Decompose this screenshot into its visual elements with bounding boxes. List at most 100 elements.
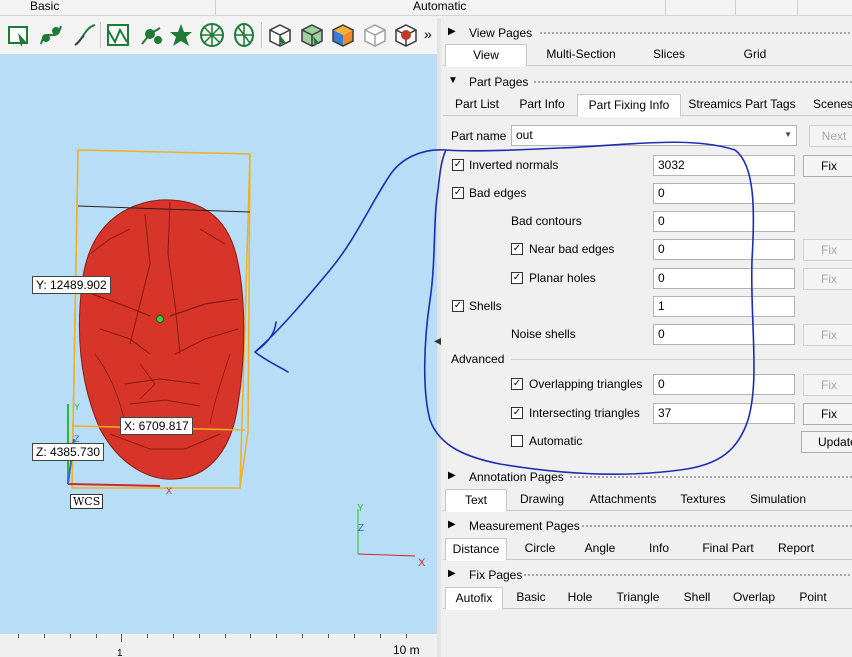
triad-z-label: Z: [358, 523, 365, 534]
tab-attachments[interactable]: Attachments: [585, 489, 661, 511]
cube-icon[interactable]: [267, 22, 293, 48]
near-bad-edges-label: Near bad edges: [529, 242, 615, 256]
inverted-normals-checkbox[interactable]: ✓: [452, 159, 464, 171]
intersecting-triangles-checkbox[interactable]: ✓: [511, 407, 523, 419]
tab-basic[interactable]: Basic: [511, 587, 551, 609]
fix-near-bad-edges-button[interactable]: Fix: [803, 239, 852, 261]
spoke-icon[interactable]: [231, 22, 257, 48]
mode-separator: [665, 0, 666, 15]
y-coordinate-label: Y: 12489.902: [32, 276, 111, 294]
tab-grid[interactable]: Grid: [733, 44, 777, 66]
annotation-pages-tabs: Text Drawing Attachments Textures Simula…: [443, 489, 852, 512]
tab-slices[interactable]: Slices: [639, 44, 699, 66]
toolbar-overflow-button[interactable]: »: [424, 26, 432, 42]
inverted-normals-label: Inverted normals: [469, 158, 559, 172]
tab-multi-section[interactable]: Multi-Section: [533, 44, 629, 66]
3d-viewport[interactable]: Y: 12489.902 X: 6709.817 Z: 4385.730 WCS…: [0, 54, 437, 634]
select-icon[interactable]: [6, 22, 32, 48]
near-bad-edges-checkbox[interactable]: ✓: [511, 243, 523, 255]
planar-holes-label: Planar holes: [529, 271, 596, 285]
node-edit-icon[interactable]: [138, 22, 164, 48]
part-name-select[interactable]: out ▼: [511, 125, 797, 146]
automatic-checkbox[interactable]: [511, 435, 523, 447]
tab-distance[interactable]: Distance: [445, 538, 507, 561]
bad-contours-field[interactable]: 0: [653, 211, 795, 232]
tab-final-part[interactable]: Final Part: [695, 538, 761, 560]
overlapping-triangles-checkbox[interactable]: ✓: [511, 378, 523, 390]
tab-view[interactable]: View: [445, 44, 527, 67]
mode-separator: [215, 0, 216, 15]
tab-streamics-part-tags[interactable]: Streamics Part Tags: [687, 94, 797, 116]
expand-arrow-icon[interactable]: ▶: [448, 26, 456, 37]
tab-text[interactable]: Text: [445, 489, 507, 512]
wcs-label: WCS: [70, 494, 104, 509]
view-pages-header[interactable]: ▶ View Pages: [441, 24, 852, 42]
overlapping-triangles-field[interactable]: 0: [653, 374, 795, 395]
expand-arrow-icon[interactable]: ▶: [448, 519, 456, 530]
view-pages-tabs: View Multi-Section Slices Grid: [443, 44, 852, 67]
near-bad-edges-field[interactable]: 0: [653, 239, 795, 260]
expand-arrow-icon[interactable]: ▶: [448, 470, 456, 481]
fix-pages-tabs: Autofix Basic Hole Triangle Shell Overla…: [443, 587, 852, 610]
annotation-pages-title: Annotation Pages: [469, 470, 564, 484]
update-button[interactable]: Update: [801, 431, 852, 453]
intersecting-triangles-field[interactable]: 37: [653, 403, 795, 424]
pivot-point: [156, 315, 164, 323]
wheel-icon[interactable]: [199, 22, 225, 48]
tab-triangle[interactable]: Triangle: [613, 587, 663, 609]
bad-edges-field[interactable]: 0: [653, 183, 795, 204]
tab-circle[interactable]: Circle: [517, 538, 563, 560]
fix-intersecting-triangles-button[interactable]: Fix: [803, 403, 852, 425]
fix-pages-title: Fix Pages: [469, 568, 523, 582]
tab-overlap[interactable]: Overlap: [729, 587, 779, 609]
fix-inverted-normals-button[interactable]: Fix: [803, 155, 852, 177]
fix-pages-header[interactable]: ▶ Fix Pages: [441, 566, 852, 584]
cube-color-icon[interactable]: [330, 22, 356, 48]
tab-drawing[interactable]: Drawing: [513, 489, 571, 511]
tab-point[interactable]: Point: [793, 587, 833, 609]
fix-planar-holes-button[interactable]: Fix: [803, 268, 852, 290]
cube-red-icon[interactable]: [393, 22, 419, 48]
bad-edges-checkbox[interactable]: ✓: [452, 187, 464, 199]
planar-holes-checkbox[interactable]: ✓: [511, 272, 523, 284]
mode-basic-label[interactable]: Basic: [30, 0, 59, 13]
tab-part-fixing-info[interactable]: Part Fixing Info: [577, 94, 681, 117]
next-button[interactable]: Next: [809, 125, 852, 147]
fix-noise-shells-button[interactable]: Fix: [803, 324, 852, 346]
cube-mesh-icon[interactable]: [299, 22, 325, 48]
scale-ruler: 1 10 m: [0, 634, 437, 657]
tab-shell[interactable]: Shell: [679, 587, 715, 609]
tab-part-list[interactable]: Part List: [449, 94, 505, 116]
measurement-pages-header[interactable]: ▶ Measurement Pages: [441, 517, 852, 535]
curve-icon[interactable]: [72, 22, 98, 48]
curve-node-icon[interactable]: [38, 22, 64, 48]
tab-part-info[interactable]: Part Info: [515, 94, 569, 116]
tab-scenes[interactable]: Scenes: [813, 94, 852, 116]
tab-simulation[interactable]: Simulation: [745, 489, 811, 511]
planar-holes-field[interactable]: 0: [653, 268, 795, 289]
annotation-pages-header[interactable]: ▶ Annotation Pages: [441, 468, 852, 486]
tab-angle[interactable]: Angle: [577, 538, 623, 560]
cube-outline-icon[interactable]: [362, 22, 388, 48]
noise-shells-field[interactable]: 0: [653, 324, 795, 345]
toolbar: »: [0, 17, 441, 54]
collapse-arrow-icon[interactable]: ▼: [448, 75, 458, 86]
tab-autofix[interactable]: Autofix: [445, 587, 503, 610]
shells-field[interactable]: 1: [653, 296, 795, 317]
fix-overlapping-triangles-button[interactable]: Fix: [803, 374, 852, 396]
part-pages-header[interactable]: ▼ Part Pages: [441, 73, 852, 91]
tab-hole[interactable]: Hole: [563, 587, 597, 609]
inverted-normals-field[interactable]: 3032: [653, 155, 795, 176]
mode-automatic-label[interactable]: Automatic: [413, 0, 466, 13]
tab-info[interactable]: Info: [639, 538, 679, 560]
expand-arrow-icon[interactable]: ▶: [448, 568, 456, 579]
shells-checkbox[interactable]: ✓: [452, 300, 464, 312]
star-mesh-icon[interactable]: [168, 22, 194, 48]
tab-report[interactable]: Report: [769, 538, 823, 560]
mesh-icon[interactable]: [105, 22, 131, 48]
triad-x-line: [357, 553, 416, 557]
tab-textures[interactable]: Textures: [675, 489, 731, 511]
ruler-tick-label: 1: [117, 648, 123, 657]
part-name-value: out: [516, 128, 533, 142]
local-y-axis-label: Y: [74, 402, 81, 412]
